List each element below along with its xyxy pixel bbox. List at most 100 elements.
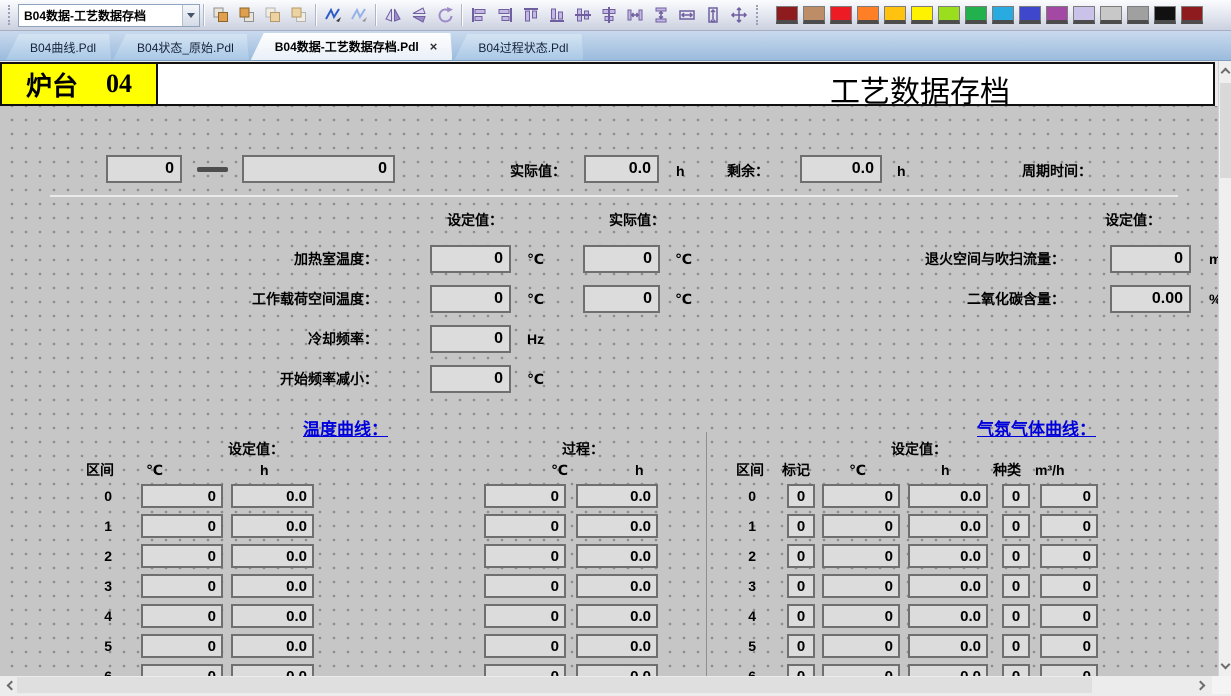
gas-h-field-6[interactable]: 0.0 bbox=[908, 664, 988, 676]
temp-set-c-field-3[interactable]: 0 bbox=[141, 574, 223, 598]
gas-h-field-3[interactable]: 0.0 bbox=[908, 574, 988, 598]
temp-process-c-field-1[interactable]: 0 bbox=[484, 514, 566, 538]
gas-h-field-0[interactable]: 0.0 bbox=[908, 484, 988, 508]
temp-set-c-field-4[interactable]: 0 bbox=[141, 604, 223, 628]
align-right-icon[interactable] bbox=[492, 2, 518, 28]
palette-color-swatch-5[interactable] bbox=[911, 6, 933, 24]
temp-process-h-field-4[interactable]: 0.0 bbox=[576, 604, 658, 628]
send-backward-icon[interactable] bbox=[286, 2, 312, 28]
palette-color-swatch-4[interactable] bbox=[884, 6, 906, 24]
bring-to-front-icon[interactable] bbox=[208, 2, 234, 28]
palette-color-swatch-9[interactable] bbox=[1019, 6, 1041, 24]
temp-process-h-field-0[interactable]: 0.0 bbox=[576, 484, 658, 508]
palette-color-swatch-14[interactable] bbox=[1154, 6, 1176, 24]
vertical-scrollbar[interactable] bbox=[1218, 61, 1231, 676]
scroll-right-icon[interactable] bbox=[1194, 676, 1210, 694]
palette-color-swatch-10[interactable] bbox=[1046, 6, 1068, 24]
palette-color-swatch-15[interactable] bbox=[1181, 6, 1203, 24]
gas-mark-field-5[interactable]: 0 bbox=[787, 634, 815, 658]
bring-forward-icon[interactable] bbox=[260, 2, 286, 28]
right-setpoint-field-1[interactable]: 0.00 bbox=[1110, 285, 1191, 313]
temp-set-h-field-1[interactable]: 0.0 bbox=[231, 514, 314, 538]
gas-kind-field-1[interactable]: 0 bbox=[1002, 514, 1030, 538]
palette-color-swatch-7[interactable] bbox=[965, 6, 987, 24]
remaining-hours-field[interactable]: 0.0 bbox=[800, 155, 882, 183]
gas-flow-field-6[interactable]: 0 bbox=[1040, 664, 1098, 676]
temp-process-c-field-4[interactable]: 0 bbox=[484, 604, 566, 628]
vertical-scrollbar-thumb[interactable] bbox=[1220, 83, 1231, 178]
palette-color-swatch-1[interactable] bbox=[803, 6, 825, 24]
gas-c-field-6[interactable]: 0 bbox=[822, 664, 900, 676]
gas-c-field-0[interactable]: 0 bbox=[822, 484, 900, 508]
range-end-field[interactable]: 0 bbox=[242, 155, 395, 183]
temp-set-h-field-4[interactable]: 0.0 bbox=[231, 604, 314, 628]
screen-selector-combobox[interactable]: B04数据-工艺数据存档 bbox=[18, 4, 200, 27]
temp-process-h-field-3[interactable]: 0.0 bbox=[576, 574, 658, 598]
palette-color-swatch-8[interactable] bbox=[992, 6, 1014, 24]
temp-set-h-field-0[interactable]: 0.0 bbox=[231, 484, 314, 508]
gas-flow-field-3[interactable]: 0 bbox=[1040, 574, 1098, 598]
temp-set-c-field-5[interactable]: 0 bbox=[141, 634, 223, 658]
same-height-icon[interactable] bbox=[700, 2, 726, 28]
gas-flow-field-2[interactable]: 0 bbox=[1040, 544, 1098, 568]
send-to-back-icon[interactable] bbox=[234, 2, 260, 28]
temp-set-c-field-2[interactable]: 0 bbox=[141, 544, 223, 568]
gas-c-field-5[interactable]: 0 bbox=[822, 634, 900, 658]
actual-hours-field[interactable]: 0.0 bbox=[584, 155, 659, 183]
gas-h-field-1[interactable]: 0.0 bbox=[908, 514, 988, 538]
temp-set-c-field-6[interactable]: 0 bbox=[141, 664, 223, 676]
gas-kind-field-4[interactable]: 0 bbox=[1002, 604, 1030, 628]
temp-set-h-field-5[interactable]: 0.0 bbox=[231, 634, 314, 658]
temp-set-c-field-1[interactable]: 0 bbox=[141, 514, 223, 538]
gas-curve-link[interactable]: 气氛气体曲线： bbox=[977, 415, 1096, 440]
rotate-icon[interactable] bbox=[432, 2, 458, 28]
align-middle-vertical-icon[interactable] bbox=[570, 2, 596, 28]
same-width-icon[interactable] bbox=[674, 2, 700, 28]
temp-set-c-field-0[interactable]: 0 bbox=[141, 484, 223, 508]
align-bottom-icon[interactable] bbox=[544, 2, 570, 28]
tab-b04-curve[interactable]: B04曲线.Pdl bbox=[6, 34, 111, 60]
temp-set-h-field-6[interactable]: 0.0 bbox=[231, 664, 314, 676]
gas-flow-field-1[interactable]: 0 bbox=[1040, 514, 1098, 538]
gas-mark-field-6[interactable]: 0 bbox=[787, 664, 815, 676]
close-tab-icon[interactable]: × bbox=[430, 39, 438, 54]
scroll-down-icon[interactable] bbox=[1219, 659, 1231, 673]
same-size-icon[interactable] bbox=[726, 2, 752, 28]
align-top-icon[interactable] bbox=[518, 2, 544, 28]
align-middle-horizontal-icon[interactable] bbox=[596, 2, 622, 28]
temp-set-h-field-2[interactable]: 0.0 bbox=[231, 544, 314, 568]
tab-b04-data-archive[interactable]: B04数据-工艺数据存档.Pdl× bbox=[251, 33, 453, 60]
gas-c-field-3[interactable]: 0 bbox=[822, 574, 900, 598]
gas-c-field-4[interactable]: 0 bbox=[822, 604, 900, 628]
tab-b04-status-original[interactable]: B04状态_原始.Pdl bbox=[113, 34, 249, 60]
setpoint-set-field-1[interactable]: 0 bbox=[430, 285, 511, 313]
gas-mark-field-0[interactable]: 0 bbox=[787, 484, 815, 508]
temp-process-c-field-2[interactable]: 0 bbox=[484, 544, 566, 568]
temp-process-h-field-1[interactable]: 0.0 bbox=[576, 514, 658, 538]
horizontal-scrollbar[interactable] bbox=[0, 676, 1212, 694]
align-left-icon[interactable] bbox=[466, 2, 492, 28]
temp-process-c-field-6[interactable]: 0 bbox=[484, 664, 566, 676]
setpoint-set-field-0[interactable]: 0 bbox=[430, 245, 511, 273]
gas-mark-field-1[interactable]: 0 bbox=[787, 514, 815, 538]
scroll-up-icon[interactable] bbox=[1219, 64, 1231, 78]
palette-color-swatch-3[interactable] bbox=[857, 6, 879, 24]
temp-process-h-field-2[interactable]: 0.0 bbox=[576, 544, 658, 568]
gas-kind-field-3[interactable]: 0 bbox=[1002, 574, 1030, 598]
gas-flow-field-5[interactable]: 0 bbox=[1040, 634, 1098, 658]
tab-b04-process-status[interactable]: B04过程状态.Pdl bbox=[454, 34, 583, 60]
setpoint-actual-field-1[interactable]: 0 bbox=[583, 285, 660, 313]
palette-color-swatch-11[interactable] bbox=[1073, 6, 1095, 24]
flip-horizontal-icon[interactable] bbox=[380, 2, 406, 28]
gas-kind-field-2[interactable]: 0 bbox=[1002, 544, 1030, 568]
setpoint-set-field-3[interactable]: 0 bbox=[430, 365, 511, 393]
gas-h-field-2[interactable]: 0.0 bbox=[908, 544, 988, 568]
setpoint-set-field-2[interactable]: 0 bbox=[430, 325, 511, 353]
temp-process-h-field-6[interactable]: 0.0 bbox=[576, 664, 658, 676]
gas-h-field-4[interactable]: 0.0 bbox=[908, 604, 988, 628]
distribute-vertical-icon[interactable] bbox=[648, 2, 674, 28]
temp-process-c-field-0[interactable]: 0 bbox=[484, 484, 566, 508]
gas-mark-field-2[interactable]: 0 bbox=[787, 544, 815, 568]
temperature-curve-link[interactable]: 温度曲线： bbox=[303, 415, 388, 440]
temp-set-h-field-3[interactable]: 0.0 bbox=[231, 574, 314, 598]
